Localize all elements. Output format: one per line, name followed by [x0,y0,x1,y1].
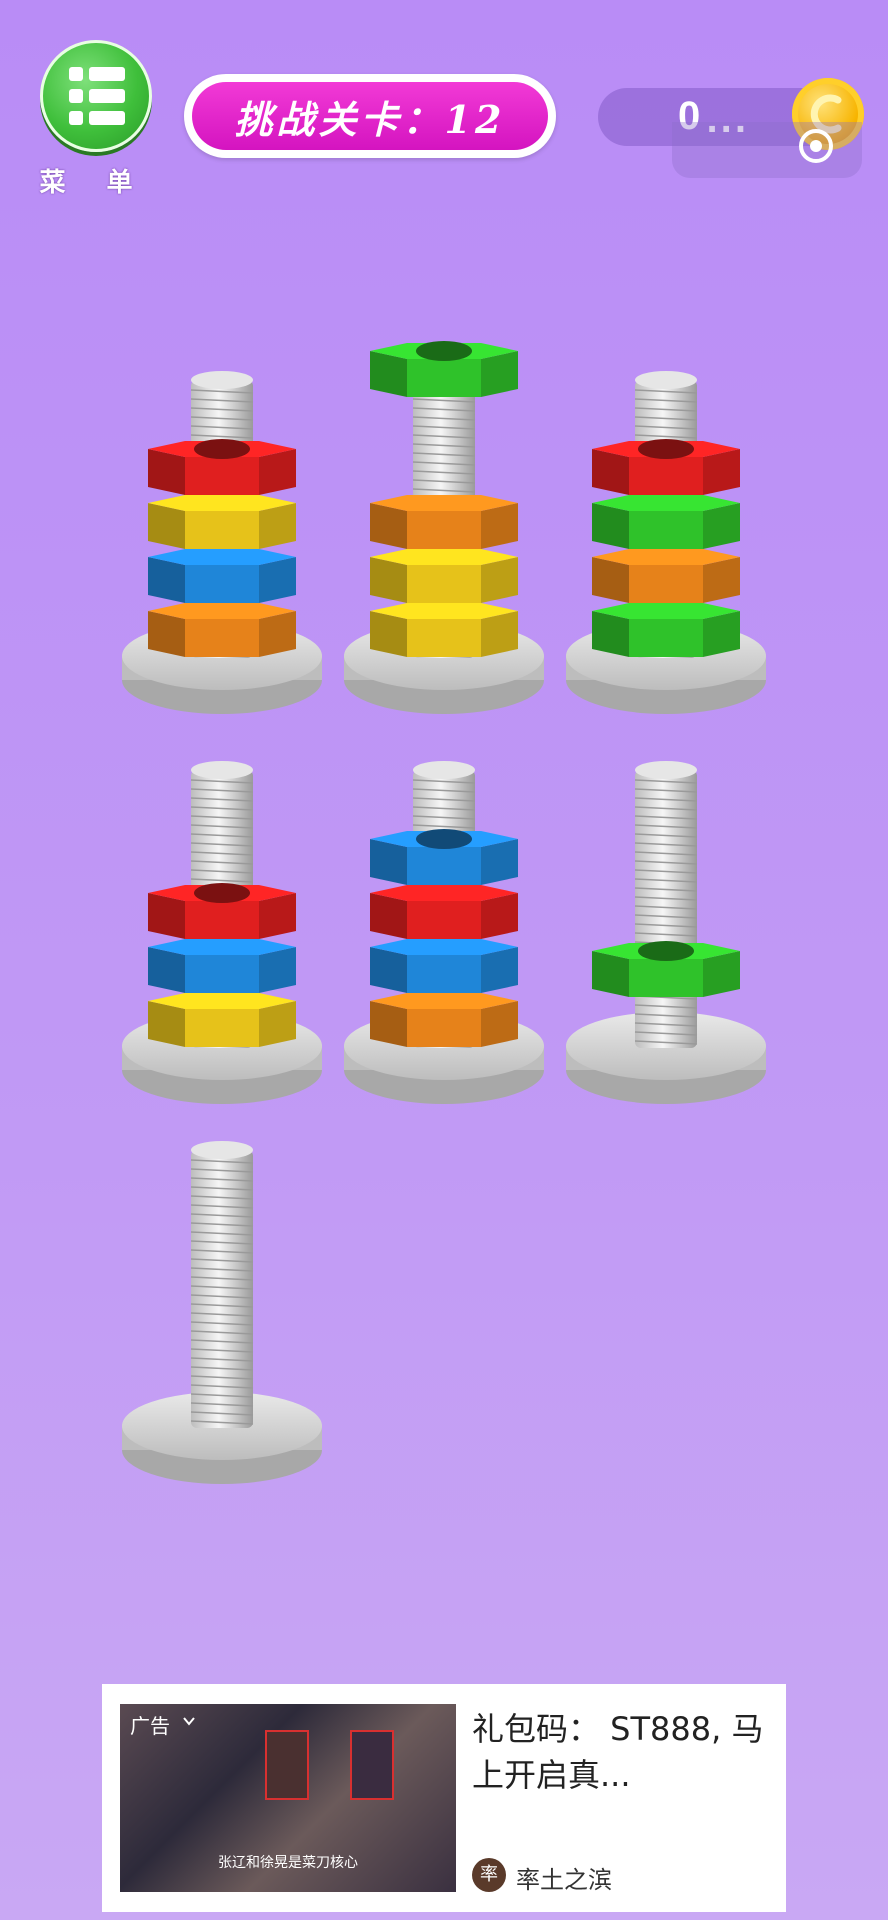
nut-orange[interactable] [148,603,296,657]
pole-5[interactable] [344,761,544,1104]
ad-source-avatar: 率 [472,1858,506,1892]
pole-2[interactable] [344,341,544,714]
ad-tag: 广告 [130,1714,170,1738]
ad-hero-card [265,1730,309,1800]
ad-source[interactable]: 率土之滨 [516,1860,612,1895]
nut-blue[interactable] [370,829,518,885]
ad-thumb-caption: 张辽和徐晃是菜刀核心 [218,1855,358,1871]
nut-green[interactable] [592,941,740,997]
threaded-rod [190,1141,254,1428]
nut-yellow[interactable] [148,993,296,1047]
nut-orange[interactable] [370,993,518,1047]
nut-blue[interactable] [148,549,296,603]
nut-green[interactable] [370,341,518,397]
nut-green[interactable] [592,495,740,549]
nut-yellow[interactable] [370,549,518,603]
nut-yellow[interactable] [148,495,296,549]
ad-thumbnail[interactable]: 广告 张辽和徐晃是菜刀核心 [120,1704,456,1892]
nut-orange[interactable] [370,495,518,549]
ad-hero-card [350,1730,394,1800]
pole-7[interactable] [122,1141,322,1484]
nut-blue[interactable] [148,939,296,993]
nut-green[interactable] [592,603,740,657]
nut-orange[interactable] [592,549,740,603]
game-board[interactable] [0,0,888,1660]
pole-4[interactable] [122,761,322,1104]
nut-red[interactable] [148,883,296,939]
nut-yellow[interactable] [370,603,518,657]
pole-6[interactable] [566,761,766,1104]
pole-3[interactable] [566,371,766,714]
nut-red[interactable] [592,439,740,495]
nut-blue[interactable] [370,939,518,993]
threaded-rod [634,761,698,1048]
nut-red[interactable] [148,439,296,495]
ad-banner[interactable]: 广告 张辽和徐晃是菜刀核心 礼包码： ST888, 马上开启真... 率 率土之… [102,1684,786,1912]
pole-1[interactable] [122,371,322,714]
chevron-down-icon[interactable] [182,1714,196,1728]
nut-red[interactable] [370,885,518,939]
ad-title[interactable]: 礼包码： ST888, 马上开启真... [472,1706,772,1798]
